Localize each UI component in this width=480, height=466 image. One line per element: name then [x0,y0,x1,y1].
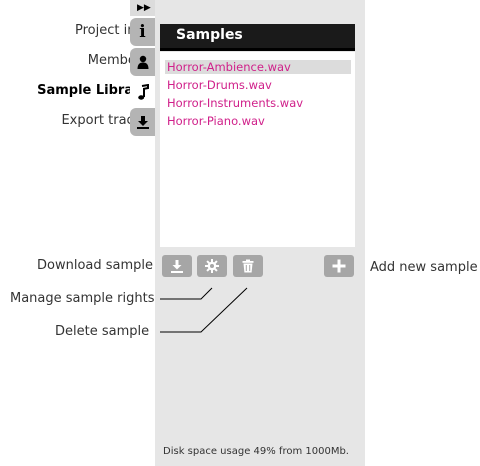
tab-export-tracks[interactable] [130,108,155,136]
plus-icon [332,259,346,273]
tab-sample-library[interactable] [130,78,155,106]
callout-download-sample: Download sample [37,258,154,273]
sample-file-item[interactable]: Horror-Drums.wav [167,78,272,92]
panel-title: Samples [176,27,243,43]
tab-project-info[interactable]: i [130,18,155,46]
callout-add-new-sample: Add new sample [370,260,478,275]
panel-header: Samples [160,24,355,51]
disk-usage-status: Disk space usage 49% from 1000Mb. [163,446,349,457]
download-icon [171,260,183,273]
download-sample-button[interactable] [162,255,192,277]
tab-members[interactable] [130,48,155,76]
callout-manage-sample-rights: Manage sample rights [10,291,155,306]
manage-sample-rights-button[interactable] [197,255,227,277]
add-new-sample-button[interactable] [324,255,354,277]
delete-sample-button[interactable] [233,255,263,277]
double-chevron-right-icon: ▶▶ [137,3,151,13]
sample-list[interactable]: Horror-Ambience.wav Horror-Drums.wav Hor… [160,52,355,247]
sample-file-item[interactable]: Horror-Ambience.wav [165,60,351,74]
collapse-button[interactable]: ▶▶ [130,0,155,16]
gear-icon [205,259,219,273]
music-note-icon [137,84,149,100]
trash-icon [242,259,254,273]
person-icon [137,55,148,69]
callout-delete-sample: Delete sample [55,324,150,339]
sample-file-item[interactable]: Horror-Instruments.wav [167,96,303,110]
download-tray-icon [136,116,149,129]
sample-file-item[interactable]: Horror-Piano.wav [167,114,265,128]
info-icon: i [139,22,146,42]
